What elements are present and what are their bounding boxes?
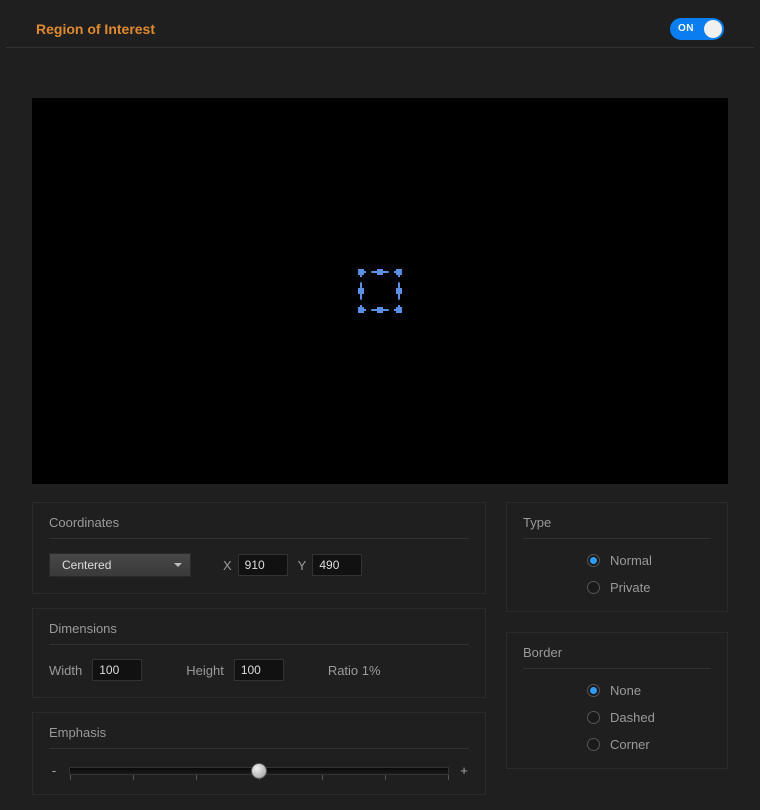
type-title: Type [523, 515, 711, 539]
border-option-label: None [610, 683, 641, 698]
radio-icon [587, 554, 600, 567]
coordinates-title: Coordinates [49, 515, 469, 539]
radio-icon [587, 711, 600, 724]
page-title: Region of Interest [36, 21, 155, 37]
height-input[interactable] [234, 659, 284, 681]
type-option-private[interactable]: Private [587, 580, 711, 595]
border-option-corner[interactable]: Corner [587, 737, 711, 752]
roi-handle-b[interactable] [377, 307, 383, 313]
border-option-label: Dashed [610, 710, 655, 725]
enable-toggle[interactable]: ON [670, 18, 724, 40]
roi-handle-bl[interactable] [358, 307, 364, 313]
emphasis-slider-thumb[interactable] [251, 763, 267, 779]
border-panel: Border None Dashed Corner [506, 632, 728, 769]
x-label: X [223, 558, 232, 573]
ratio-text: Ratio 1% [328, 663, 381, 678]
border-title: Border [523, 645, 711, 669]
y-label: Y [298, 558, 307, 573]
dimensions-panel: Dimensions Width Height Ratio 1% [32, 608, 486, 698]
width-input[interactable] [92, 659, 142, 681]
radio-icon [587, 581, 600, 594]
emphasis-plus[interactable]: + [459, 763, 469, 778]
height-label: Height [186, 663, 224, 678]
panels: Coordinates Centered X Y Dimensions [0, 484, 760, 795]
emphasis-title: Emphasis [49, 725, 469, 749]
toggle-label: ON [678, 23, 694, 34]
type-panel: Type Normal Private [506, 502, 728, 612]
type-option-label: Private [610, 580, 650, 595]
type-option-normal[interactable]: Normal [587, 553, 711, 568]
emphasis-slider[interactable] [69, 767, 449, 775]
header: Region of Interest ON [6, 0, 754, 48]
roi-handle-t[interactable] [377, 269, 383, 275]
type-option-label: Normal [610, 553, 652, 568]
width-label: Width [49, 663, 82, 678]
roi-handle-r[interactable] [396, 288, 402, 294]
coordinates-mode-dropdown[interactable]: Centered [49, 553, 191, 577]
toggle-knob-icon [704, 20, 722, 38]
roi-handle-tr[interactable] [396, 269, 402, 275]
radio-icon [587, 684, 600, 697]
roi-handle-br[interactable] [396, 307, 402, 313]
dimensions-title: Dimensions [49, 621, 469, 645]
emphasis-minus[interactable]: - [49, 763, 59, 778]
coordinates-panel: Coordinates Centered X Y [32, 502, 486, 594]
emphasis-panel: Emphasis - + [32, 712, 486, 795]
roi-selection-box[interactable] [360, 271, 400, 311]
coordinates-mode-selected: Centered [62, 558, 111, 572]
radio-icon [587, 738, 600, 751]
roi-handle-tl[interactable] [358, 269, 364, 275]
left-column: Coordinates Centered X Y Dimensions [32, 502, 486, 795]
right-column: Type Normal Private Border None Dashed [506, 502, 728, 795]
border-option-dashed[interactable]: Dashed [587, 710, 711, 725]
preview-canvas[interactable] [32, 98, 728, 484]
roi-handle-l[interactable] [358, 288, 364, 294]
y-input[interactable] [312, 554, 362, 576]
border-option-label: Corner [610, 737, 650, 752]
chevron-down-icon [174, 563, 182, 567]
x-input[interactable] [238, 554, 288, 576]
border-option-none[interactable]: None [587, 683, 711, 698]
